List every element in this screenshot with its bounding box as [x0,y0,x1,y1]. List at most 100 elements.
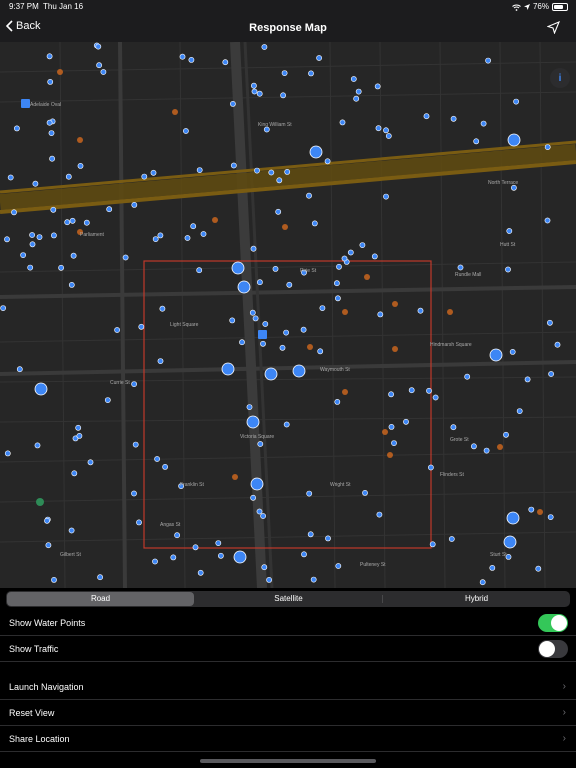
water-point-marker[interactable] [97,574,103,581]
water-point-marker[interactable] [75,424,82,431]
water-point-marker[interactable] [310,576,317,583]
water-point-marker[interactable] [152,236,159,242]
water-point-cluster[interactable] [264,367,278,381]
map-type-road[interactable]: Road [7,592,194,606]
water-point-marker[interactable] [385,133,392,139]
water-point-marker[interactable] [280,92,286,99]
water-point-marker[interactable] [249,309,256,316]
water-point-marker[interactable] [403,418,409,425]
water-point-marker[interactable] [353,95,360,102]
water-point-marker[interactable] [464,373,471,380]
water-point-marker[interactable] [250,245,257,252]
water-point-marker[interactable] [417,307,424,314]
water-point-marker[interactable] [70,252,77,259]
water-point-marker[interactable] [427,464,434,471]
water-point-marker[interactable] [335,563,342,569]
water-point-marker[interactable] [336,263,342,270]
water-point-marker[interactable] [281,70,288,76]
water-point-marker[interactable] [319,305,326,311]
water-point-cluster[interactable] [231,261,245,275]
water-point-marker[interactable] [64,219,71,226]
water-point-marker[interactable] [68,281,75,288]
water-point-marker[interactable] [230,162,237,169]
water-point-marker[interactable] [48,130,55,136]
water-point-marker[interactable] [217,552,224,559]
water-point-marker[interactable] [426,387,432,394]
water-point-marker[interactable] [355,88,362,95]
water-point-marker[interactable] [77,163,84,169]
water-point-marker[interactable] [350,76,357,82]
water-point-cluster[interactable] [489,348,503,362]
water-point-marker[interactable] [11,209,17,216]
water-point-marker[interactable] [49,155,55,162]
water-point-marker[interactable] [347,249,354,256]
water-point-marker[interactable] [7,174,14,181]
water-point-marker[interactable] [222,59,229,66]
water-point-marker[interactable] [47,79,54,85]
water-point-cluster[interactable] [246,415,260,429]
show-traffic-toggle[interactable] [538,639,568,658]
water-point-marker[interactable] [71,470,78,477]
water-point-marker[interactable] [200,231,207,237]
water-point-marker[interactable] [27,264,34,271]
water-point-marker[interactable] [256,90,263,97]
water-point-marker[interactable] [261,564,268,571]
water-point-marker[interactable] [272,265,279,272]
water-point-cluster[interactable] [309,145,323,159]
water-point-marker[interactable] [470,443,477,450]
water-point-marker[interactable] [301,551,307,558]
water-point-marker[interactable] [547,514,554,520]
water-point-marker[interactable] [131,381,137,387]
water-point-marker[interactable] [83,219,90,226]
water-point-marker[interactable] [229,101,236,107]
water-point-marker[interactable] [284,168,291,175]
location-arrow-button[interactable] [546,20,561,39]
water-point-marker[interactable] [13,125,20,132]
water-point-marker[interactable] [483,447,490,454]
water-point-marker[interactable] [286,281,293,288]
water-point-marker[interactable] [450,424,457,431]
water-point-marker[interactable] [229,317,236,324]
water-point-cluster[interactable] [250,477,264,491]
water-point-cluster[interactable] [292,364,306,378]
water-point-cluster[interactable] [221,362,235,376]
water-point-marker[interactable] [246,404,253,410]
water-point-marker[interactable] [429,541,436,548]
water-point-marker[interactable] [333,280,340,287]
water-point-marker[interactable] [324,158,331,165]
water-point-marker[interactable] [432,394,439,401]
water-point-marker[interactable] [547,319,553,326]
water-point-marker[interactable] [279,344,286,351]
water-point-cluster[interactable] [506,511,520,525]
water-point-marker[interactable] [29,241,36,248]
water-point-marker[interactable] [32,180,39,187]
water-point-marker[interactable] [87,459,94,466]
water-point-marker[interactable] [150,169,157,176]
water-point-marker[interactable] [408,387,415,394]
water-point-marker[interactable] [339,119,346,126]
water-point-marker[interactable] [457,264,464,271]
water-point-marker[interactable] [252,315,259,322]
water-point-marker[interactable] [104,397,111,403]
water-point-marker[interactable] [376,511,383,518]
map-type-hybrid[interactable]: Hybrid [383,591,570,607]
water-point-marker[interactable] [535,565,542,572]
water-point-marker[interactable] [544,144,551,150]
water-point-marker[interactable] [300,326,307,333]
water-point-marker[interactable] [448,536,455,542]
reset-view-row[interactable]: Reset View › [0,700,576,726]
water-point-marker[interactable] [375,125,382,132]
water-point-marker[interactable] [341,255,348,262]
water-point-marker[interactable] [197,569,204,576]
water-point-marker[interactable] [188,56,195,63]
water-point-marker[interactable] [69,217,76,224]
water-point-marker[interactable] [20,252,26,258]
water-point-marker[interactable] [50,206,57,213]
water-point-marker[interactable] [4,450,11,457]
water-point-marker[interactable] [262,321,269,327]
water-point-marker[interactable] [275,208,282,215]
water-point-marker[interactable] [554,341,561,348]
water-point-marker[interactable] [4,236,10,243]
water-point-marker[interactable] [306,192,312,199]
water-point-marker[interactable] [283,421,290,428]
